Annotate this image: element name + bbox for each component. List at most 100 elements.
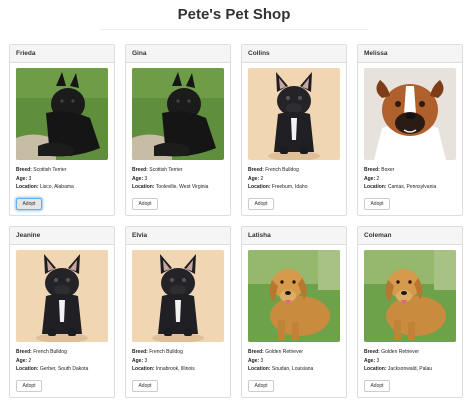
adopt-button[interactable]: Adopt [364, 380, 390, 392]
location-value: Soudan, Louisiana [271, 366, 314, 372]
breed-value: Golden Retriever [265, 349, 304, 355]
location-label: Location: [248, 184, 271, 190]
location-value: Innabrook, Illinois [155, 366, 195, 372]
age-row: Age: 3 [248, 357, 342, 366]
age-label: Age: [16, 175, 28, 182]
location-label: Location: [16, 184, 39, 190]
age-value: 2 [28, 357, 32, 364]
breed-value: Scottish Terrier [149, 167, 183, 173]
age-label: Age: [132, 175, 144, 182]
location-row: Location: Camas, Pennsylvania [364, 183, 458, 192]
location-row: Location: Innabrook, Illinois [132, 365, 226, 374]
breed-row: Breed: Golden Retriever [248, 348, 342, 357]
breed-value: Boxer [381, 167, 395, 173]
breed-label: Breed: [248, 349, 264, 355]
pet-info: Breed: French Bulldog Age: 3 Location: I… [132, 348, 226, 374]
pet-card: Jeanine Breed: French Bulldog Age: 2 Loc… [9, 226, 115, 398]
location-value: Lisco, Alabama [39, 184, 74, 190]
pet-grid: Frieda Breed: Scottish Terrier Age: 3 Lo… [9, 44, 463, 398]
pet-name: Coleman [358, 227, 462, 245]
breed-value: Scottish Terrier [33, 167, 67, 173]
pet-card: Frieda Breed: Scottish Terrier Age: 3 Lo… [9, 44, 115, 216]
breed-label: Breed: [364, 167, 380, 173]
pet-info: Breed: French Bulldog Age: 2 Location: F… [248, 166, 342, 192]
breed-label: Breed: [16, 349, 32, 355]
location-value: Camas, Pennsylvania [387, 184, 437, 190]
location-row: Location: Tooleville, West Virginia [132, 183, 226, 192]
breed-label: Breed: [132, 349, 148, 355]
age-value: 3 [260, 357, 264, 364]
pet-card: Gina Breed: Scottish Terrier Age: 3 Loca… [125, 44, 231, 216]
age-value: 3 [144, 175, 148, 182]
age-label: Age: [16, 357, 28, 364]
age-value: 2 [376, 175, 380, 182]
age-value: 3 [376, 357, 380, 364]
age-row: Age: 3 [16, 175, 110, 184]
breed-label: Breed: [248, 167, 264, 173]
breed-row: Breed: Boxer [364, 166, 458, 175]
location-value: Gerber, South Dakota [39, 366, 89, 372]
location-value: Jacksonwald, Palau [387, 366, 433, 372]
pet-info: Breed: Scottish Terrier Age: 3 Location:… [16, 166, 110, 192]
pet-info: Breed: Golden Retriever Age: 3 Location:… [248, 348, 342, 374]
french-bulldog-photo [248, 68, 340, 160]
location-value: Tooleville, West Virginia [155, 184, 209, 190]
pet-name: Frieda [10, 45, 114, 63]
location-label: Location: [248, 366, 271, 372]
location-label: Location: [364, 366, 387, 372]
scottish-terrier-photo [16, 68, 108, 160]
breed-row: Breed: Scottish Terrier [132, 166, 226, 175]
location-row: Location: Lisco, Alabama [16, 183, 110, 192]
page-title: Pete's Pet Shop [177, 6, 291, 23]
breed-label: Breed: [364, 349, 380, 355]
breed-row: Breed: Scottish Terrier [16, 166, 110, 175]
age-row: Age: 3 [132, 357, 226, 366]
age-value: 2 [260, 175, 264, 182]
breed-value: French Bulldog [265, 167, 299, 173]
boxer-photo [364, 68, 456, 160]
pet-name: Elvia [126, 227, 230, 245]
golden-retriever-photo [364, 250, 456, 342]
pet-card: Elvia Breed: French Bulldog Age: 3 Locat… [125, 226, 231, 398]
age-value: 3 [144, 357, 148, 364]
pet-info: Breed: Boxer Age: 2 Location: Camas, Pen… [364, 166, 458, 192]
age-row: Age: 2 [16, 357, 110, 366]
age-row: Age: 3 [132, 175, 226, 184]
pet-info: Breed: Scottish Terrier Age: 3 Location:… [132, 166, 226, 192]
adopt-button[interactable]: Adopt [132, 380, 158, 392]
pet-card: Collins Breed: French Bulldog Age: 2 Loc… [241, 44, 347, 216]
french-bulldog-photo [16, 250, 108, 342]
title-divider [100, 29, 368, 30]
breed-value: French Bulldog [149, 349, 183, 355]
pet-name: Latisha [242, 227, 346, 245]
breed-row: Breed: French Bulldog [132, 348, 226, 357]
breed-value: French Bulldog [33, 349, 67, 355]
breed-row: Breed: Golden Retriever [364, 348, 458, 357]
pet-name: Jeanine [10, 227, 114, 245]
location-row: Location: Jacksonwald, Palau [364, 365, 458, 374]
location-row: Location: Soudan, Louisiana [248, 365, 342, 374]
scottish-terrier-photo [132, 68, 224, 160]
location-value: Freeburn, Idaho [271, 184, 308, 190]
breed-value: Golden Retriever [381, 349, 420, 355]
age-row: Age: 3 [364, 357, 458, 366]
location-row: Location: Gerber, South Dakota [16, 365, 110, 374]
age-value: 3 [28, 175, 32, 182]
adopt-button[interactable]: Adopt [16, 198, 42, 210]
pet-info: Breed: Golden Retriever Age: 3 Location:… [364, 348, 458, 374]
age-label: Age: [248, 175, 260, 182]
breed-row: Breed: French Bulldog [16, 348, 110, 357]
pet-card: Melissa Breed: Boxer Age: 2 Location: Ca… [357, 44, 463, 216]
adopt-button[interactable]: Adopt [16, 380, 42, 392]
age-row: Age: 2 [364, 175, 458, 184]
age-label: Age: [248, 357, 260, 364]
adopt-button[interactable]: Adopt [364, 198, 390, 210]
adopt-button[interactable]: Adopt [132, 198, 158, 210]
adopt-button[interactable]: Adopt [248, 380, 274, 392]
location-label: Location: [364, 184, 387, 190]
adopt-button[interactable]: Adopt [248, 198, 274, 210]
breed-label: Breed: [16, 167, 32, 173]
breed-label: Breed: [132, 167, 148, 173]
breed-row: Breed: French Bulldog [248, 166, 342, 175]
pet-name: Gina [126, 45, 230, 63]
